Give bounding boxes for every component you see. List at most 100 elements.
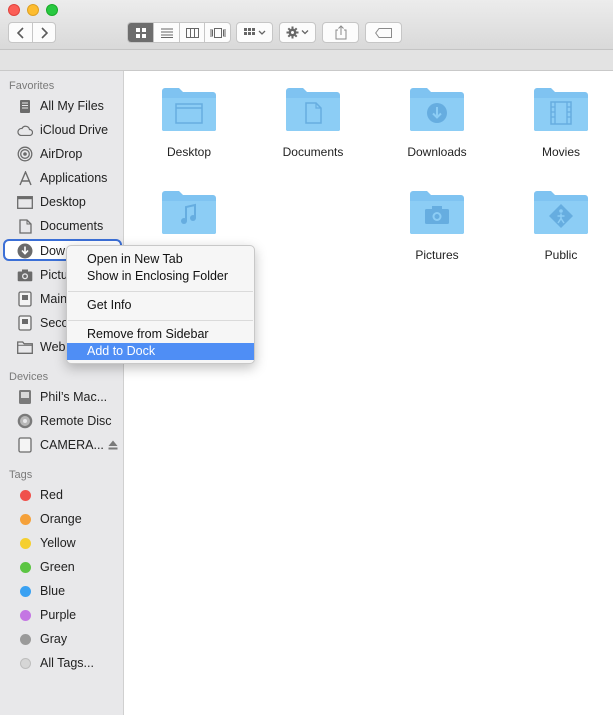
sidebar-item-label: Red	[40, 488, 63, 502]
icon-view-button[interactable]	[128, 23, 154, 42]
menu-separator	[68, 291, 253, 292]
sidebar-item-label: Seco	[40, 316, 69, 330]
zoom-window-button[interactable]	[46, 4, 58, 16]
sidebar-item-remote-disc[interactable]: Remote Disc	[0, 410, 124, 432]
sidebar-item-label: Remote Disc	[40, 414, 112, 428]
file-item-documents[interactable]: Documents	[258, 86, 368, 159]
tag-color-dot-icon	[17, 607, 33, 623]
folder-documents-icon	[284, 86, 342, 132]
sidebar-item-tag[interactable]: Purple	[0, 604, 124, 626]
drive-icon	[17, 291, 33, 307]
chevron-right-icon	[41, 26, 48, 39]
applications-icon	[17, 170, 33, 186]
file-name: Desktop	[166, 145, 212, 159]
cover-flow-view-button[interactable]	[205, 23, 230, 42]
sidebar-item-label: Main	[40, 292, 68, 306]
sidebar-item-label: Dow	[40, 244, 66, 258]
tag-color-dot-icon	[17, 511, 33, 527]
grid-icon	[135, 27, 146, 38]
eject-icon[interactable]	[108, 439, 118, 453]
devices-header: Devices	[9, 371, 49, 383]
sidebar-item-tag[interactable]: Blue	[0, 580, 124, 602]
folder-public-icon	[532, 189, 590, 235]
path-bar	[0, 50, 613, 71]
menu-item-get-info[interactable]: Get Info	[67, 297, 254, 314]
sidebar-item-label: Orange	[40, 512, 82, 526]
desktop-icon	[17, 194, 33, 210]
sidebar-item-label: Phil’s Mac...	[40, 390, 108, 404]
folder-desktop-icon	[160, 86, 218, 132]
tag-color-dot-icon	[17, 535, 33, 551]
sidebar-item-label: All My Files	[40, 99, 104, 113]
file-item-music[interactable]	[134, 189, 244, 248]
file-name: Movies	[541, 145, 580, 159]
close-window-button[interactable]	[8, 4, 20, 16]
action-button[interactable]	[279, 22, 316, 43]
folder-pictures-icon	[408, 189, 466, 235]
downloads-icon	[17, 243, 33, 259]
sidebar-item-label: iCloud Drive	[40, 123, 109, 137]
sidebar-item-tag[interactable]: Yellow	[0, 532, 124, 554]
menu-item-remove-from-sidebar[interactable]: Remove from Sidebar	[67, 326, 254, 343]
file-item-public[interactable]: Public	[506, 189, 613, 262]
folder-music-icon	[160, 189, 218, 235]
sidebar-item-tag[interactable]: Orange	[0, 508, 124, 530]
camera-icon	[17, 267, 33, 283]
sidebar-item-label: Green	[40, 560, 75, 574]
documents-icon	[17, 218, 33, 234]
sidebar-item-tag[interactable]: Red	[0, 484, 124, 506]
sidebar-item-tag[interactable]: Green	[0, 556, 124, 578]
tag-color-dot-icon	[17, 631, 33, 647]
sidebar-item-all-my-files[interactable]: All My Files	[0, 95, 124, 117]
sidebar-item-label: Desktop	[40, 195, 86, 209]
cover-flow-icon	[210, 27, 225, 38]
menu-item-open-in-new-tab[interactable]: Open in New Tab	[67, 251, 254, 268]
all-files-icon	[17, 98, 33, 114]
sidebar-item-label: Gray	[40, 632, 68, 646]
sidebar-item-tag[interactable]: All Tags...	[0, 652, 124, 674]
menu-item-add-to-dock[interactable]: Add to Dock	[67, 343, 254, 360]
disc-icon	[17, 413, 33, 429]
share-button[interactable]	[322, 22, 359, 43]
sidebar-item-label: Applications	[40, 171, 108, 185]
menu-item-show-in-enclosing-folder[interactable]: Show in Enclosing Folder	[67, 268, 254, 285]
arrange-button[interactable]	[236, 22, 273, 43]
sidebar-item-documents[interactable]: Documents	[0, 215, 124, 237]
sidebar-item-camera[interactable]: CAMERA...	[0, 434, 124, 456]
sidebar-item-icloud-drive[interactable]: iCloud Drive	[0, 119, 124, 141]
tags-button[interactable]	[365, 22, 402, 43]
sidebar-item-label: Pictu	[40, 268, 68, 282]
window-toolbar	[0, 0, 613, 50]
folder-movies-icon	[532, 86, 590, 132]
sidebar-item-label: Blue	[40, 584, 66, 598]
favorites-header: Favorites	[9, 80, 55, 92]
sidebar-item-label: AirDrop	[40, 147, 83, 161]
file-item-movies[interactable]: Movies	[506, 86, 613, 159]
tag-color-dot-icon	[17, 583, 33, 599]
hard-drive-icon	[17, 389, 33, 405]
forward-button[interactable]	[33, 23, 55, 42]
sidebar-item-tag[interactable]: Gray	[0, 628, 124, 650]
sidebar-item-applications[interactable]: Applications	[0, 167, 124, 189]
sidebar-item-airdrop[interactable]: AirDrop	[0, 143, 124, 165]
file-item-downloads[interactable]: Downloads	[382, 86, 492, 159]
file-name: Public	[544, 248, 578, 262]
sidebar-item-desktop[interactable]: Desktop	[0, 191, 124, 213]
column-view-button[interactable]	[180, 23, 205, 42]
minimize-window-button[interactable]	[27, 4, 39, 16]
sidebar: Favorites All My Files iCloud Drive AirD…	[0, 71, 124, 715]
list-icon	[160, 28, 173, 38]
airdrop-icon	[17, 146, 33, 162]
file-item-pictures[interactable]: Pictures	[382, 189, 492, 262]
sidebar-item-phils-mac[interactable]: Phil’s Mac...	[0, 386, 124, 408]
file-item-desktop[interactable]: Desktop	[134, 86, 244, 159]
navigation-buttons	[8, 22, 56, 43]
gear-icon	[286, 26, 308, 39]
tag-color-dot-icon	[17, 487, 33, 503]
file-name: Documents	[282, 145, 344, 159]
back-button[interactable]	[9, 23, 33, 42]
context-menu: Open in New Tab Show in Enclosing Folder…	[66, 245, 255, 364]
file-browser: Desktop Documents Downloads Movies Pictu…	[125, 71, 613, 715]
list-view-button[interactable]	[154, 23, 180, 42]
sidebar-item-label: Purple	[40, 608, 77, 622]
